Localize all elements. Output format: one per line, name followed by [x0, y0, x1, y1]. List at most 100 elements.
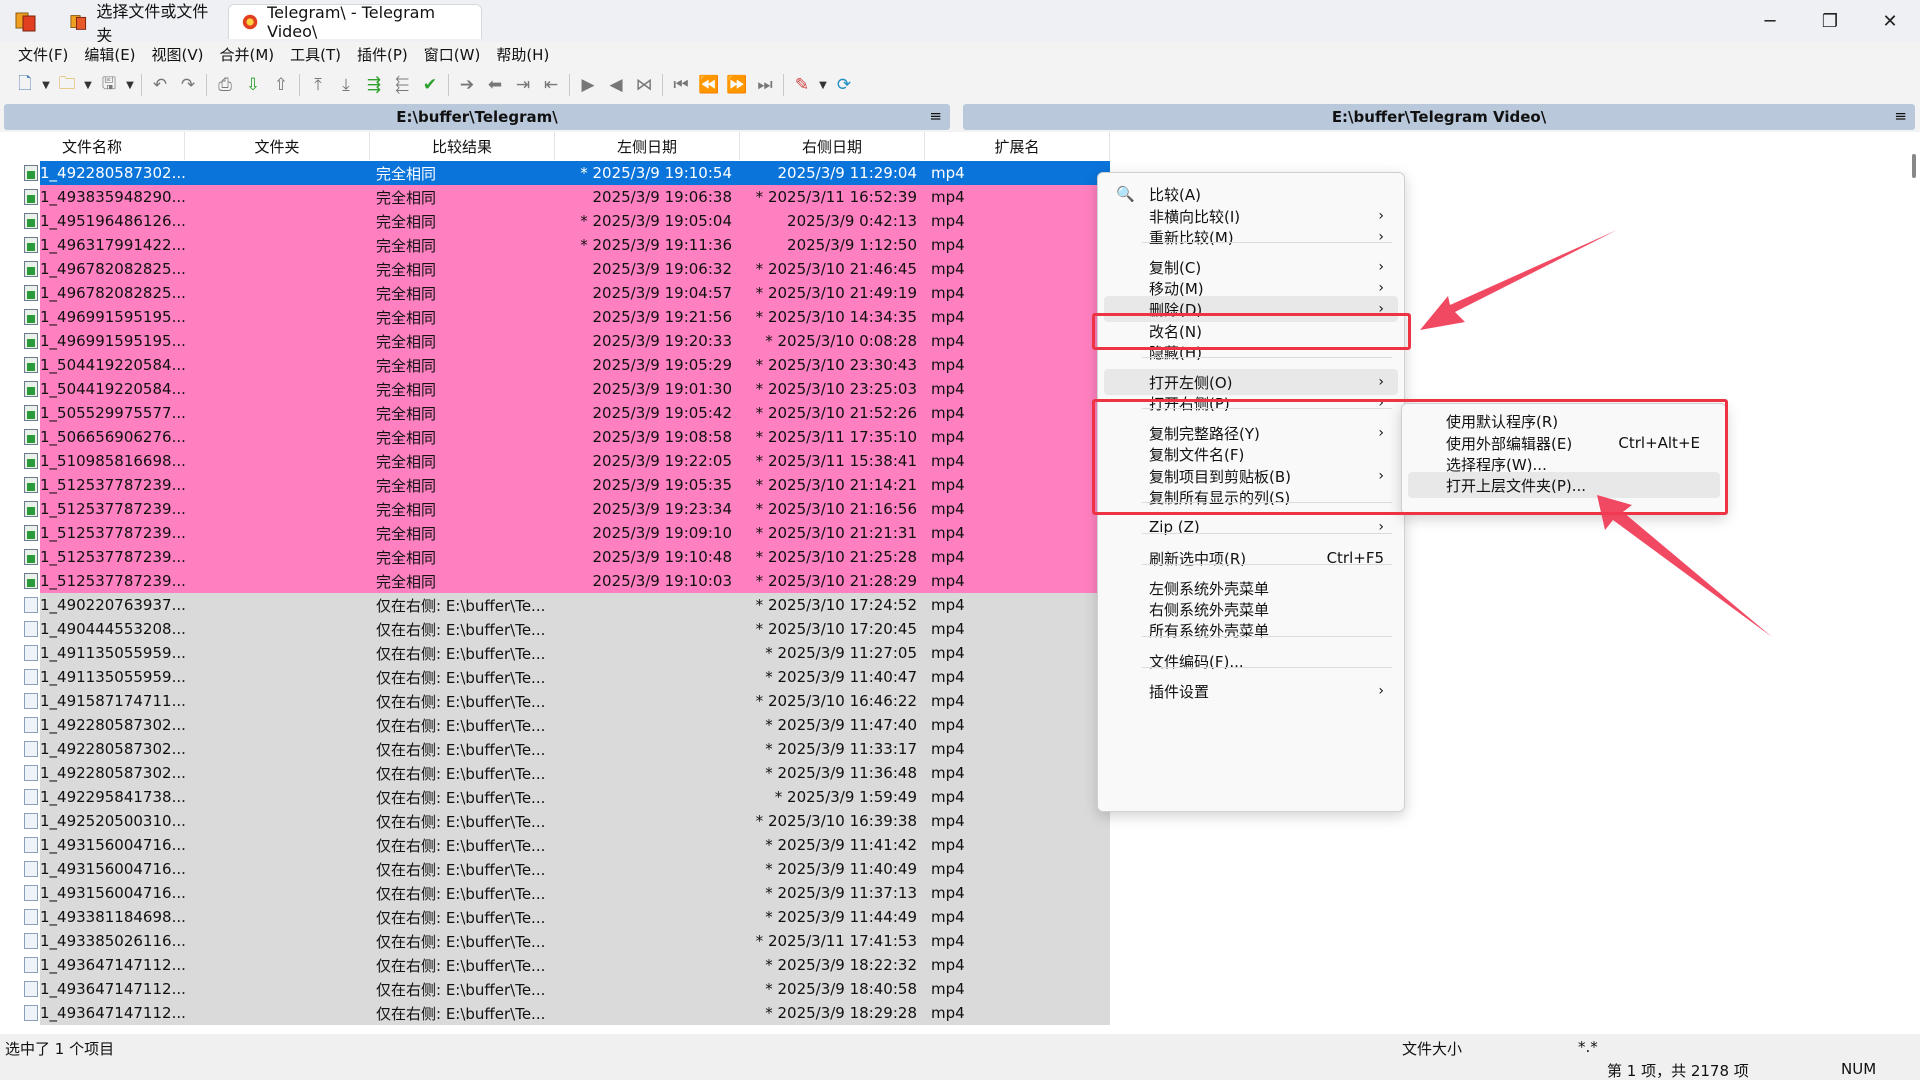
- minimize-button[interactable]: ─: [1740, 0, 1800, 42]
- maximize-button[interactable]: ❐: [1800, 0, 1860, 42]
- context-menu-item[interactable]: 重新比较(M) ›: [1104, 224, 1398, 250]
- context-menu-item[interactable]: Zip (Z) ›: [1104, 514, 1398, 540]
- context-menu-item[interactable]: 复制所有显示的列(S): [1104, 484, 1398, 510]
- collapse-icon[interactable]: ⋈: [631, 72, 657, 98]
- all-left-icon[interactable]: ◀: [603, 72, 629, 98]
- prev-diff-icon[interactable]: ⇧: [268, 72, 294, 98]
- undo-icon[interactable]: ↶: [147, 72, 173, 98]
- copy-all-right-icon[interactable]: ⇶: [361, 72, 387, 98]
- copy-right-icon[interactable]: ➔: [454, 72, 480, 98]
- left-path-header[interactable]: E:\buffer\Telegram\ ≡: [4, 104, 950, 130]
- table-row[interactable]: 1_493647147112... 仅在右侧: E:\buffer\Te... * …: [0, 977, 1110, 1001]
- table-row[interactable]: 1_492520500310... 仅在右侧: E:\buffer\Te... * …: [0, 809, 1110, 833]
- print-icon[interactable]: ⎙: [212, 72, 238, 98]
- table-row[interactable]: 1_493381184698... 仅在右侧: E:\buffer\Te... * …: [0, 905, 1110, 929]
- save-dropdown-icon[interactable]: ▼: [124, 80, 136, 91]
- context-menu-item[interactable]: 刷新选中项(R) Ctrl+F5: [1104, 545, 1398, 571]
- table-row[interactable]: 1_491135055959... 仅在右侧: E:\buffer\Te... * …: [0, 665, 1110, 689]
- table-row[interactable]: 1_492280587302... 仅在右侧: E:\buffer\Te... * …: [0, 713, 1110, 737]
- table-row[interactable]: 1_493156004716... 仅在右侧: E:\buffer\Te... * …: [0, 833, 1110, 857]
- table-row[interactable]: 1_493385026116... 仅在右侧: E:\buffer\Te... * …: [0, 929, 1110, 953]
- tab-telegram-compare[interactable]: Telegram\ - Telegram Video\: [228, 3, 482, 41]
- refresh-icon[interactable]: ⟳: [831, 72, 857, 98]
- context-menu-item[interactable]: 插件设置 ›: [1104, 678, 1398, 704]
- col-left-date[interactable]: 左侧日期: [555, 132, 740, 160]
- first-file-icon[interactable]: ⏮: [668, 72, 694, 98]
- table-row[interactable]: 1_496782082825... 完全相同 2025/3/9 19:04:57 * …: [0, 281, 1110, 305]
- next-file-icon[interactable]: ⏩: [724, 72, 750, 98]
- table-row[interactable]: 1_506656906276... 完全相同 2025/3/9 19:08:58 * …: [0, 425, 1110, 449]
- table-row[interactable]: 1_512537787239... 完全相同 2025/3/9 19:10:03 * …: [0, 569, 1110, 593]
- copy-all-left-icon[interactable]: ⬱: [389, 72, 415, 98]
- table-row[interactable]: 1_505529975577... 完全相同 2025/3/9 19:05:42 * …: [0, 401, 1110, 425]
- last-file-icon[interactable]: ⏭: [752, 72, 778, 98]
- close-button[interactable]: ✕: [1860, 0, 1920, 42]
- tab-select-files[interactable]: 选择文件或文件夹: [58, 2, 226, 45]
- menu-merge[interactable]: 合并(M): [212, 42, 283, 68]
- context-menu-item[interactable]: 隐藏(H): [1104, 339, 1398, 365]
- table-row[interactable]: 1_493647147112... 仅在右侧: E:\buffer\Te... * …: [0, 953, 1110, 977]
- last-diff-icon[interactable]: ⤓: [333, 72, 359, 98]
- table-row[interactable]: 1_496991595195... 完全相同 2025/3/9 19:21:56 * …: [0, 305, 1110, 329]
- table-row[interactable]: 1_490444553208... 仅在右侧: E:\buffer\Te... * …: [0, 617, 1110, 641]
- context-menu-item[interactable]: 文件编码(F)...: [1104, 648, 1398, 674]
- table-row[interactable]: 1_504419220584... 完全相同 2025/3/9 19:05:29 * …: [0, 353, 1110, 377]
- options-dropdown-icon[interactable]: ▼: [817, 80, 829, 91]
- options-icon[interactable]: ✎: [789, 72, 815, 98]
- table-row[interactable]: 1_492295841738... 仅在右侧: E:\buffer\Te... * …: [0, 785, 1110, 809]
- first-diff-icon[interactable]: ⤒: [305, 72, 331, 98]
- table-row[interactable]: 1_496991595195... 完全相同 2025/3/9 19:20:33 * …: [0, 329, 1110, 353]
- next-diff-green-icon[interactable]: ⇩: [240, 72, 266, 98]
- prev-file-icon[interactable]: ⏪: [696, 72, 722, 98]
- table-row[interactable]: 1_510985816698... 完全相同 2025/3/9 19:22:05 * …: [0, 449, 1110, 473]
- table-row[interactable]: 1_493647147112... 仅在右侧: E:\buffer\Te... * …: [0, 1001, 1110, 1025]
- right-path-menu-icon[interactable]: ≡: [1894, 107, 1907, 125]
- redo-icon[interactable]: ↷: [175, 72, 201, 98]
- open-dropdown-icon[interactable]: ▼: [82, 80, 94, 91]
- table-row[interactable]: 1_493835948290... 完全相同 2025/3/9 19:06:38 * …: [0, 185, 1110, 209]
- all-right-icon[interactable]: ▶: [575, 72, 601, 98]
- compare-results-list[interactable]: 文件名称 文件夹 比较结果 左侧日期 右侧日期 扩展名 1_4922805873…: [0, 132, 1110, 1034]
- left-path-menu-icon[interactable]: ≡: [929, 107, 942, 125]
- col-folder[interactable]: 文件夹: [185, 132, 370, 160]
- menu-file[interactable]: 文件(F): [10, 42, 76, 68]
- right-path-header[interactable]: E:\buffer\Telegram Video\ ≡: [963, 104, 1915, 130]
- submenu-item[interactable]: 打开上层文件夹(P)...: [1408, 472, 1720, 498]
- copy-left-advance-icon[interactable]: ⇤: [538, 72, 564, 98]
- table-row[interactable]: 1_493156004716... 仅在右侧: E:\buffer\Te... * …: [0, 881, 1110, 905]
- table-row[interactable]: 1_495196486126... 完全相同 * 2025/3/9 19:05:04…: [0, 209, 1110, 233]
- table-row-selected[interactable]: 1_492280587302... 完全相同 * 2025/3/9 19:10:54…: [0, 161, 1110, 185]
- table-row[interactable]: 1_504419220584... 完全相同 2025/3/9 19:01:30 * …: [0, 377, 1110, 401]
- menu-help[interactable]: 帮助(H): [488, 42, 557, 68]
- table-row[interactable]: 1_496782082825... 完全相同 2025/3/9 19:06:32 * …: [0, 257, 1110, 281]
- table-row[interactable]: 1_490220763937... 仅在右侧: E:\buffer\Te... * …: [0, 593, 1110, 617]
- table-row[interactable]: 1_496317991422... 完全相同 * 2025/3/9 19:11:36…: [0, 233, 1110, 257]
- copy-right-advance-icon[interactable]: ⇥: [510, 72, 536, 98]
- merge-check-icon[interactable]: ✔: [417, 72, 443, 98]
- table-row[interactable]: 1_512537787239... 完全相同 2025/3/9 19:09:10 * …: [0, 521, 1110, 545]
- menu-view[interactable]: 视图(V): [144, 42, 212, 68]
- menu-window[interactable]: 窗口(W): [416, 42, 489, 68]
- menu-edit[interactable]: 编辑(E): [76, 42, 143, 68]
- vertical-scrollbar-thumb[interactable]: [1912, 154, 1916, 178]
- table-row[interactable]: 1_492280587302... 仅在右侧: E:\buffer\Te... * …: [0, 737, 1110, 761]
- table-row[interactable]: 1_492280587302... 仅在右侧: E:\buffer\Te... * …: [0, 761, 1110, 785]
- table-row[interactable]: 1_512537787239... 完全相同 2025/3/9 19:23:34 * …: [0, 497, 1110, 521]
- menu-tools[interactable]: 工具(T): [282, 42, 349, 68]
- menu-plugins[interactable]: 插件(P): [349, 42, 416, 68]
- col-compare-result[interactable]: 比较结果: [370, 132, 555, 160]
- copy-left-icon[interactable]: ⬅: [482, 72, 508, 98]
- open-folder-icon[interactable]: 🗀: [54, 72, 80, 98]
- col-filename[interactable]: 文件名称: [0, 132, 185, 160]
- table-row[interactable]: 1_491135055959... 仅在右侧: E:\buffer\Te... * …: [0, 641, 1110, 665]
- table-row[interactable]: 1_491587174711... 仅在右侧: E:\buffer\Te... * …: [0, 689, 1110, 713]
- context-menu-item[interactable]: 所有系统外壳菜单: [1104, 617, 1398, 643]
- table-row[interactable]: 1_493156004716... 仅在右侧: E:\buffer\Te... * …: [0, 857, 1110, 881]
- table-row[interactable]: 1_512537787239... 完全相同 2025/3/9 19:10:48 * …: [0, 545, 1110, 569]
- new-dropdown-icon[interactable]: ▼: [40, 80, 52, 91]
- col-right-date[interactable]: 右侧日期: [740, 132, 925, 160]
- new-file-icon[interactable]: 🗋: [12, 72, 38, 98]
- col-extension[interactable]: 扩展名: [925, 132, 1110, 160]
- winmerge-app-icon[interactable]: [14, 9, 38, 33]
- table-row[interactable]: 1_512537787239... 完全相同 2025/3/9 19:05:35 * …: [0, 473, 1110, 497]
